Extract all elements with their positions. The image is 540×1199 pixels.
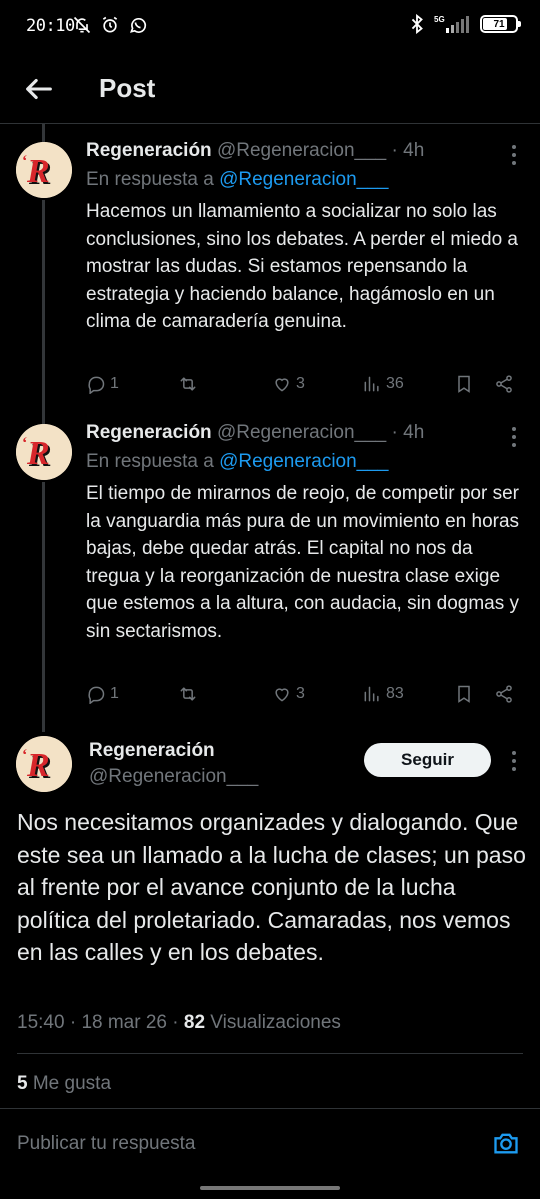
post-text: El tiempo de mirarnos de reojo, de compe… [86,483,520,642]
reply-count: 1 [110,685,119,702]
author-handle[interactable]: @Regeneracion___ [89,766,258,788]
status-time: 20:10 [26,16,75,36]
in-reply-to: En respuesta a @Regeneracion___ [86,451,388,473]
author-name[interactable]: Regeneración [86,422,212,443]
battery-level: 71 [493,18,505,30]
like-button[interactable]: 3 [272,684,305,704]
regeneracion-logo: R R ‘ [16,736,72,792]
thread-connector [42,200,45,424]
share-icon[interactable] [494,684,514,704]
reply-icon [88,376,105,394]
likes-label: Me gusta [32,1073,112,1094]
svg-text:‘: ‘ [22,435,27,452]
divider [17,1053,523,1054]
gesture-bar [0,1178,540,1199]
like-count: 3 [296,685,305,702]
avatar[interactable]: R R ‘ [16,142,72,198]
views-label[interactable]: Visualizaciones [210,1012,341,1033]
regeneracion-logo: R R ‘ [16,142,72,198]
reply-button[interactable]: 1 [86,374,119,394]
thread-connector [42,482,45,732]
like-count: 3 [296,375,305,392]
post-author-line: Regeneración @Regeneracion___ · 4h [86,422,424,444]
separator-dot: · [69,1012,82,1033]
svg-text:5G: 5G [434,15,445,24]
views-count: 82 [183,1012,206,1033]
post-text: Hacemos un llamamiento a socializar no s… [86,201,518,332]
svg-text:‘: ‘ [22,747,27,764]
silent-bell-icon [73,16,91,34]
author-name[interactable]: Regeneración [86,140,212,161]
whatsapp-icon [129,17,147,33]
thread-connector [42,124,45,144]
separator-dot: · [172,1012,184,1033]
camera-icon[interactable] [492,1129,520,1157]
svg-text:‘: ‘ [22,153,27,170]
home-gesture-handle[interactable] [200,1186,340,1190]
post-author-line: Regeneración @Regeneracion___ · 4h [86,140,424,162]
post-time: 4h [403,140,425,161]
post-actions: 1 3 36 [86,374,526,404]
back-arrow-icon[interactable] [22,72,56,106]
more-icon[interactable] [510,144,518,166]
signal-icon: 5G [434,15,469,33]
more-icon[interactable] [510,426,518,448]
reply-count: 1 [110,375,119,392]
bookmark-icon[interactable] [454,374,474,394]
like-icon [275,688,289,702]
in-reply-label: En respuesta a [86,451,214,472]
views-button[interactable]: 83 [362,684,404,704]
avatar[interactable]: R R ‘ [16,736,72,792]
mention-link[interactable]: @Regeneracion___ [219,451,388,472]
avatar[interactable]: R R ‘ [16,424,72,480]
post-time: 15:40 [17,1012,65,1033]
top-app-bar: Post [0,56,540,124]
regeneracion-logo: R R ‘ [16,424,72,480]
like-button[interactable]: 3 [272,374,305,394]
more-icon[interactable] [510,750,518,772]
share-icon[interactable] [494,374,514,394]
status-notification-icons [72,15,148,35]
follow-button[interactable]: Seguir [364,743,491,777]
status-system-icons: 5G 71 [410,14,521,34]
post-actions: 1 3 83 [86,684,526,714]
likes-summary[interactable]: 5 Me gusta [17,1073,111,1095]
separator-dot: · [391,422,398,443]
alarm-icon [102,16,118,33]
bluetooth-icon [411,14,423,34]
in-reply-to: En respuesta a @Regeneracion___ [86,169,388,191]
reply-input[interactable] [17,1127,457,1161]
post-text: Nos necesitamos organizades y dialogando… [17,809,526,966]
svg-text:R: R [26,153,50,190]
author-handle[interactable]: @Regeneracion___ [217,422,386,443]
reply-icon [88,686,105,704]
status-bar: 20:10 5G 71 [0,0,540,56]
views-button[interactable]: 36 [362,374,404,394]
post-metadata: 15:40 · 18 mar 26 · 82 Visualizaciones [17,1012,341,1034]
battery-indicator: 71 [480,15,521,33]
like-icon [275,378,289,392]
repost-button[interactable] [178,374,202,394]
author-handle[interactable]: @Regeneracion___ [217,140,386,161]
repost-icon [180,687,196,701]
svg-text:R: R [26,747,50,784]
repost-button[interactable] [178,684,202,704]
bookmark-icon[interactable] [454,684,474,704]
post-time: 4h [403,422,425,443]
reply-button[interactable]: 1 [86,684,119,704]
views-icon [364,376,379,392]
mention-link[interactable]: @Regeneracion___ [219,169,388,190]
views-icon [364,686,379,702]
view-count: 83 [386,685,404,702]
author-name[interactable]: Regeneración [89,740,215,762]
likes-count: 5 [17,1073,28,1094]
in-reply-label: En respuesta a [86,169,214,190]
page-title: Post [99,73,156,103]
repost-icon [180,377,196,391]
reply-composer [0,1108,540,1178]
separator-dot: · [391,140,398,161]
view-count: 36 [386,375,404,392]
svg-text:R: R [26,435,50,472]
post-date: 18 mar 26 [81,1012,167,1033]
